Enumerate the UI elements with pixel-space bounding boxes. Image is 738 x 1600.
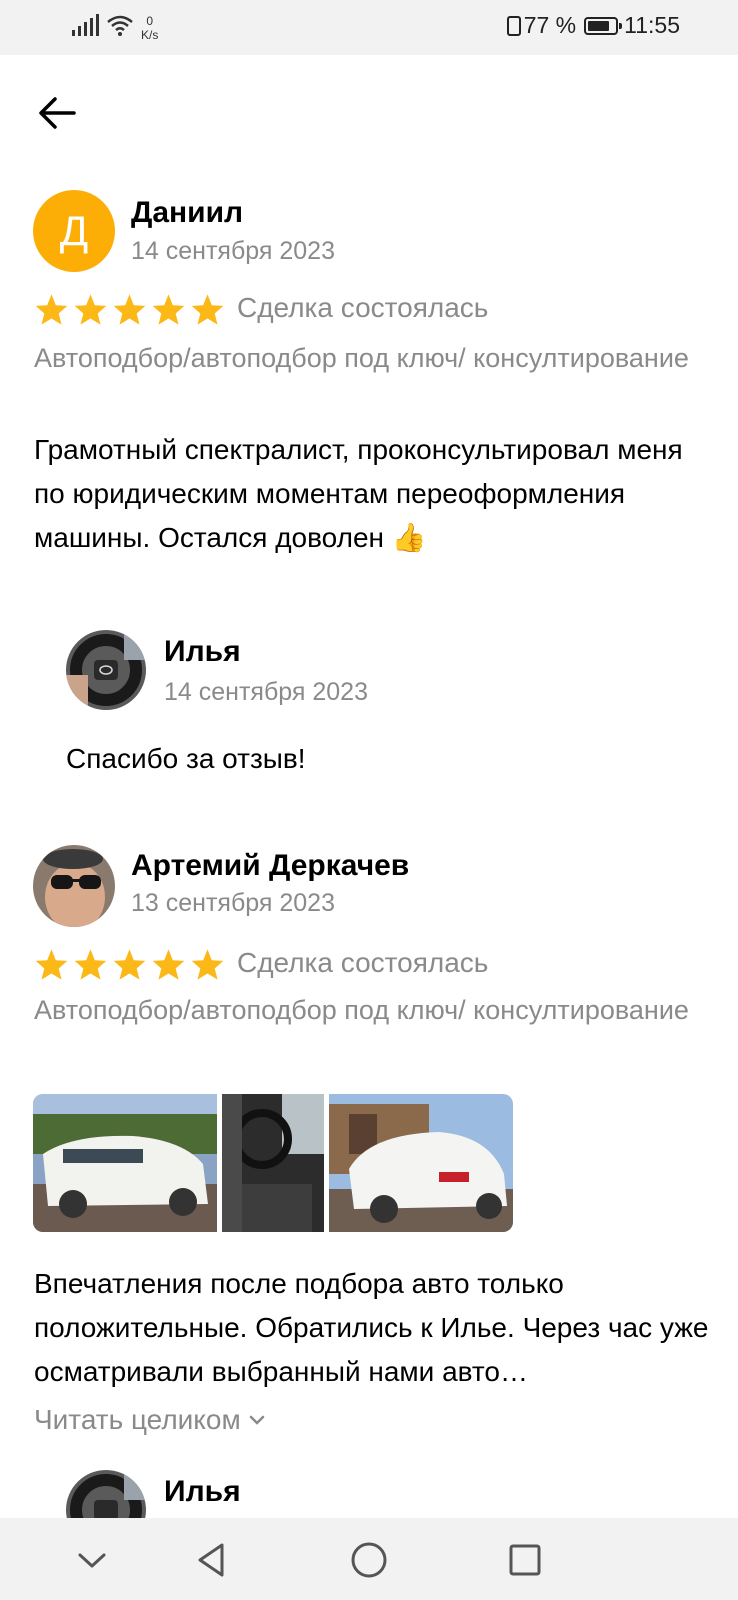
rating-stars (34, 948, 225, 981)
status-bar: 0 K/s 77 % 11:55 (0, 0, 738, 55)
review-author[interactable]: Даниил (131, 196, 243, 230)
reply-text: Спасибо за отзыв! (66, 743, 306, 774)
review-category: Автоподбор/автоподбор под ключ/ консулти… (34, 995, 689, 1025)
back-arrow-icon[interactable] (36, 92, 78, 134)
rating-stars (34, 293, 225, 326)
reply-author[interactable]: Илья (164, 1475, 241, 1509)
reply-date: 14 сентября 2023 (164, 678, 368, 706)
avatar[interactable] (33, 845, 115, 927)
star-icon (74, 949, 107, 980)
clock: 11:55 (624, 12, 680, 38)
review-date: 14 сентября 2023 (131, 237, 335, 265)
star-icon (113, 294, 146, 325)
deal-status: Сделка состоялась (237, 292, 489, 323)
net-speed: 0 K/s (141, 14, 158, 42)
back-triangle-icon[interactable] (190, 1538, 234, 1582)
wifi-icon (107, 15, 133, 36)
signal-icon (72, 14, 99, 36)
deal-status: Сделка состоялась (237, 947, 489, 978)
battery-icon (584, 16, 623, 35)
review-photo[interactable] (329, 1094, 513, 1232)
avatar[interactable] (66, 630, 146, 710)
review-category: Автоподбор/автоподбор под ключ/ консулти… (34, 343, 689, 373)
star-icon (152, 294, 185, 325)
chevron-down-icon (249, 1415, 264, 1425)
battery-percent: 77 % (523, 12, 577, 38)
review-photo[interactable] (33, 1094, 217, 1232)
status-left: 0 K/s (72, 14, 158, 42)
star-icon (74, 294, 107, 325)
net-speed-unit: K/s (141, 28, 159, 42)
star-icon (35, 294, 68, 325)
review-text: Впечатления после подбора авто только по… (34, 1268, 709, 1387)
star-icon (113, 949, 146, 980)
status-right: 77 % 11:55 (506, 12, 680, 39)
net-speed-value: 0 (146, 14, 154, 28)
review-date: 13 сентября 2023 (131, 889, 335, 917)
star-icon (35, 949, 68, 980)
review-photos (33, 1094, 513, 1232)
review-photo[interactable] (222, 1094, 324, 1232)
review-text: Грамотный спектралист, проконсультировал… (34, 434, 683, 553)
star-icon (191, 294, 224, 325)
reply-author[interactable]: Илья (164, 635, 241, 669)
star-icon (191, 949, 224, 980)
read-more-label: Читать целиком (34, 1404, 241, 1435)
vibrate-icon (506, 15, 521, 36)
chevron-down-icon[interactable] (70, 1538, 114, 1582)
system-nav-bar (0, 1518, 738, 1600)
avatar[interactable]: Д (33, 190, 115, 272)
review-author[interactable]: Артемий Деркачев (131, 849, 409, 883)
read-more-link[interactable]: Читать целиком (34, 1404, 265, 1436)
recents-square-icon[interactable] (503, 1538, 547, 1582)
star-icon (152, 949, 185, 980)
home-circle-icon[interactable] (347, 1538, 391, 1582)
